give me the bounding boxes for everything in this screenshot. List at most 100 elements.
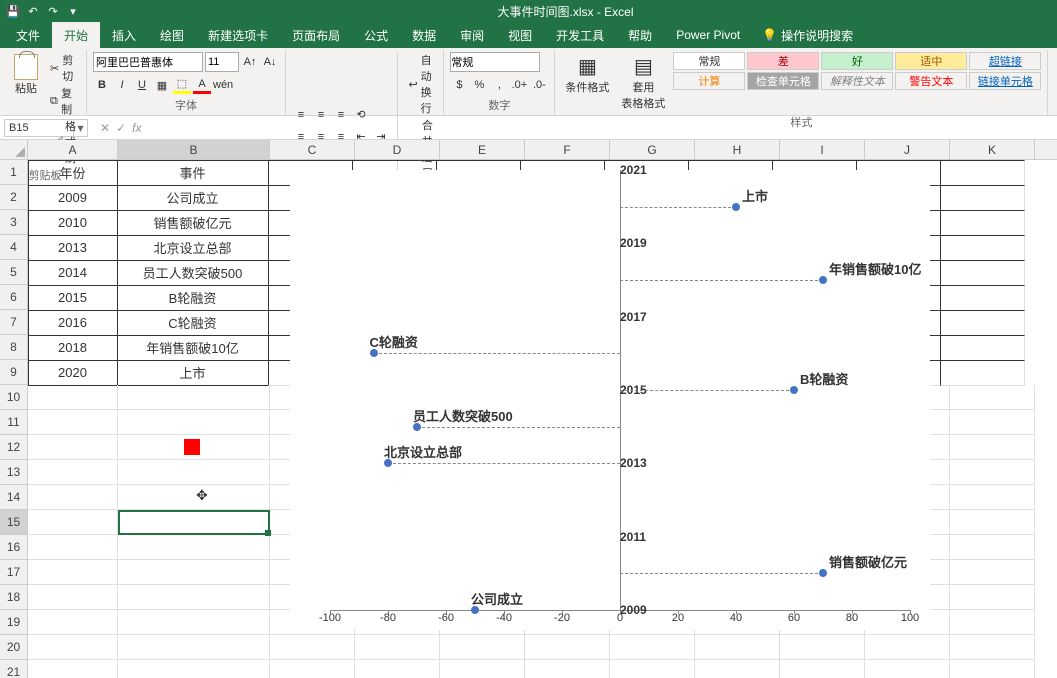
cell-A5[interactable]: 2014 [28, 260, 118, 286]
cell-G20[interactable] [610, 635, 695, 660]
cell-A21[interactable] [28, 660, 118, 678]
cell-K21[interactable] [950, 660, 1035, 678]
red-square-shape[interactable] [184, 439, 200, 455]
cell-G21[interactable] [610, 660, 695, 678]
col-header-G[interactable]: G [610, 140, 695, 159]
wrap-text-button[interactable]: ↩自动换行 [404, 52, 437, 116]
cell-A3[interactable]: 2010 [28, 210, 118, 236]
cell-K10[interactable] [950, 385, 1035, 410]
cell-B21[interactable] [118, 660, 270, 678]
cell-styles-gallery[interactable]: 常规 差 好 适中 超链接 计算 检查单元格 解释性文本 警告文本 链接单元格 [673, 52, 1041, 90]
cell-A19[interactable] [28, 610, 118, 635]
undo-icon[interactable]: ↶ [26, 4, 40, 18]
cell-K7[interactable] [940, 310, 1025, 336]
style-linkcell[interactable]: 链接单元格 [969, 72, 1041, 90]
cell-A18[interactable] [28, 585, 118, 610]
inc-decimal-icon[interactable]: .0+ [510, 76, 528, 94]
cell-D20[interactable] [355, 635, 440, 660]
cell-A12[interactable] [28, 435, 118, 460]
row-header-7[interactable]: 7 [0, 310, 27, 335]
row-header-16[interactable]: 16 [0, 535, 27, 560]
row-header-5[interactable]: 5 [0, 260, 27, 285]
cell-K1[interactable] [940, 160, 1025, 186]
font-color-button[interactable]: A [193, 76, 211, 94]
cell-A13[interactable] [28, 460, 118, 485]
cell-B8[interactable]: 年销售额破10亿 [117, 335, 269, 361]
chart-point[interactable] [790, 386, 798, 394]
cell-B18[interactable] [118, 585, 270, 610]
chart-point[interactable] [819, 276, 827, 284]
cell-B11[interactable] [118, 410, 270, 435]
style-calc[interactable]: 计算 [673, 72, 745, 90]
cell-B6[interactable]: B轮融资 [117, 285, 269, 311]
style-explain[interactable]: 解释性文本 [821, 72, 893, 90]
increase-font-icon[interactable]: A↑ [241, 53, 259, 71]
cell-K2[interactable] [940, 185, 1025, 211]
col-header-D[interactable]: D [355, 140, 440, 159]
tell-me-search[interactable]: 💡操作说明搜索 [762, 22, 853, 48]
cell-A11[interactable] [28, 410, 118, 435]
row-header-11[interactable]: 11 [0, 410, 27, 435]
fill-color-button[interactable]: ⬚ [173, 76, 191, 94]
cell-K20[interactable] [950, 635, 1035, 660]
row-header-12[interactable]: 12 [0, 435, 27, 460]
cell-K4[interactable] [940, 235, 1025, 261]
cell-A20[interactable] [28, 635, 118, 660]
cell-K11[interactable] [950, 410, 1035, 435]
cell-D21[interactable] [355, 660, 440, 678]
row-header-4[interactable]: 4 [0, 235, 27, 260]
cell-A1[interactable]: 年份 [28, 160, 118, 186]
ribbon-tab-公式[interactable]: 公式 [352, 22, 400, 48]
cell-H20[interactable] [695, 635, 780, 660]
row-header-9[interactable]: 9 [0, 360, 27, 385]
cell-K9[interactable] [940, 360, 1025, 386]
col-header-I[interactable]: I [780, 140, 865, 159]
conditional-format-button[interactable]: ▦ 条件格式 [561, 52, 613, 97]
style-hyperlink[interactable]: 超链接 [969, 52, 1041, 70]
border-button[interactable]: ▦ [153, 76, 171, 94]
align-top-icon[interactable]: ≡ [292, 106, 310, 124]
cell-A10[interactable] [28, 385, 118, 410]
ribbon-tab-新建选项卡[interactable]: 新建选项卡 [196, 22, 280, 48]
row-header-13[interactable]: 13 [0, 460, 27, 485]
cell-B15[interactable] [118, 510, 270, 535]
row-header-19[interactable]: 19 [0, 610, 27, 635]
style-neutral[interactable]: 适中 [895, 52, 967, 70]
cell-B5[interactable]: 员工人数突破500 [117, 260, 269, 286]
row-header-14[interactable]: 14 [0, 485, 27, 510]
timeline-chart[interactable]: 2009201120132015201720192021-100-80-60-4… [290, 170, 930, 630]
cell-A9[interactable]: 2020 [28, 360, 118, 386]
format-as-table-button[interactable]: ▤ 套用 表格格式 [617, 52, 669, 113]
ribbon-tab-审阅[interactable]: 审阅 [448, 22, 496, 48]
row-header-20[interactable]: 20 [0, 635, 27, 660]
cell-K6[interactable] [940, 285, 1025, 311]
col-header-F[interactable]: F [525, 140, 610, 159]
cell-A4[interactable]: 2013 [28, 235, 118, 261]
cell-A16[interactable] [28, 535, 118, 560]
col-header-J[interactable]: J [865, 140, 950, 159]
percent-icon[interactable]: % [470, 76, 488, 94]
cancel-icon[interactable]: ✕ [100, 121, 110, 135]
style-warning[interactable]: 警告文本 [895, 72, 967, 90]
cell-K17[interactable] [950, 560, 1035, 585]
worksheet-grid[interactable]: ABCDEFGHIJK 1234567891011121314151617181… [0, 140, 1057, 678]
decrease-font-icon[interactable]: A↓ [261, 53, 279, 71]
align-middle-icon[interactable]: ≡ [312, 106, 330, 124]
font-size-select[interactable] [205, 52, 239, 72]
cell-K5[interactable] [940, 260, 1025, 286]
cell-B14[interactable] [118, 485, 270, 510]
cell-K3[interactable] [940, 210, 1025, 236]
col-header-A[interactable]: A [28, 140, 118, 159]
ribbon-tab-页面布局[interactable]: 页面布局 [280, 22, 352, 48]
row-header-10[interactable]: 10 [0, 385, 27, 410]
cell-B4[interactable]: 北京设立总部 [117, 235, 269, 261]
currency-icon[interactable]: $ [450, 76, 468, 94]
style-bad[interactable]: 差 [747, 52, 819, 70]
cell-K13[interactable] [950, 460, 1035, 485]
italic-button[interactable]: I [113, 76, 131, 94]
cell-B7[interactable]: C轮融资 [117, 310, 269, 336]
cell-A14[interactable] [28, 485, 118, 510]
col-header-B[interactable]: B [118, 140, 270, 159]
cell-K15[interactable] [950, 510, 1035, 535]
cell-E21[interactable] [440, 660, 525, 678]
